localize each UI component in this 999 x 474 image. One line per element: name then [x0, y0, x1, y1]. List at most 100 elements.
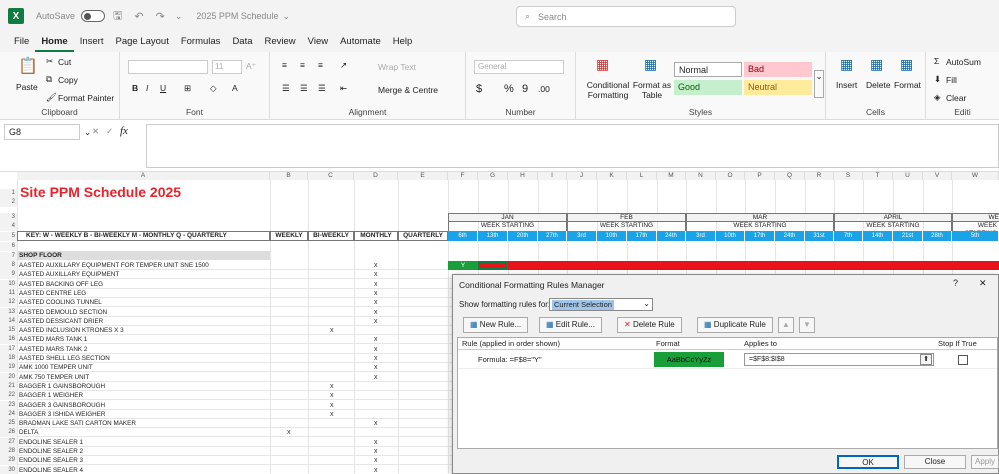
increase-font-icon[interactable]: A⁺ [246, 61, 256, 72]
conditional-formatting-icon[interactable]: ▦ [596, 56, 609, 73]
font-size-select[interactable]: 11 [212, 60, 242, 74]
equipment-name[interactable]: BAGGER 1 GAINSBOROUGH [19, 382, 105, 391]
copy-icon[interactable]: ⧉ [46, 74, 52, 85]
week-day-cell[interactable]: 20th [508, 231, 538, 241]
frequency-mark[interactable]: x [374, 373, 378, 382]
enter-formula-icon[interactable]: ✓ [106, 126, 113, 137]
frequency-mark[interactable]: x [330, 410, 334, 419]
equipment-name[interactable]: BRADMAN LAKE SATI CARTON MAKER [19, 419, 136, 428]
week-day-cell[interactable]: 10th [716, 231, 745, 241]
wrap-text-button[interactable]: Wrap Text [378, 62, 416, 72]
row-header[interactable]: 9 [0, 270, 17, 280]
row-header[interactable]: 21 [0, 381, 17, 391]
week-day-cell[interactable]: 10th [597, 231, 627, 241]
clear-icon[interactable]: ◈ [934, 92, 941, 103]
column-header[interactable]: S [834, 172, 863, 180]
range-select-icon[interactable]: ⬆ [920, 354, 932, 365]
equipment-name[interactable]: AASTED AUXILLARY EQUIPMENT FOR TEMPER UN… [19, 261, 209, 270]
move-up-icon[interactable]: ▲ [778, 317, 794, 333]
align-center-icon[interactable]: ☰ [300, 83, 308, 94]
column-header[interactable]: F [448, 172, 478, 180]
row-header[interactable]: 3 [0, 213, 17, 222]
equipment-name[interactable]: ENDOLINE SEALER 1 [19, 438, 83, 447]
equipment-name[interactable]: ENDOLINE SEALER 2 [19, 447, 83, 456]
frequency-mark[interactable]: x [287, 428, 291, 437]
format-painter-icon[interactable]: 🖌 [46, 92, 57, 103]
autosum-icon[interactable]: Σ [934, 56, 939, 66]
indent-icon[interactable]: ⇤ [340, 83, 347, 94]
frequency-mark[interactable]: x [374, 345, 378, 354]
column-header[interactable]: J [567, 172, 597, 180]
frequency-mark[interactable]: x [374, 354, 378, 363]
column-header[interactable]: R [805, 172, 834, 180]
row-header[interactable]: 13 [0, 307, 17, 317]
column-header[interactable]: G [478, 172, 508, 180]
row-header[interactable]: 15 [0, 326, 17, 336]
delete-cells-icon[interactable]: ▦ [870, 56, 883, 73]
frequency-mark[interactable]: x [374, 317, 378, 326]
format-as-table-button[interactable]: Format as Table [632, 80, 672, 100]
edit-rule-button[interactable]: ▦ Edit Rule... [539, 317, 602, 333]
equipment-name[interactable]: DELTA [19, 428, 38, 437]
column-header[interactable]: L [627, 172, 657, 180]
week-day-cell[interactable]: 14th [863, 231, 893, 241]
week-day-cell[interactable]: 13th [478, 231, 508, 241]
frequency-mark[interactable]: x [374, 289, 378, 298]
row-header[interactable]: 19 [0, 363, 17, 373]
align-right-icon[interactable]: ☰ [318, 83, 326, 94]
align-middle-icon[interactable]: ≡ [300, 60, 305, 70]
column-header[interactable]: U [893, 172, 923, 180]
decimal-icon[interactable]: .00 [538, 84, 550, 94]
number-format-select[interactable]: General [474, 60, 564, 74]
week-day-cell[interactable]: 5th [952, 231, 999, 241]
week-day-cell[interactable]: 17th [745, 231, 775, 241]
column-header[interactable]: T [863, 172, 893, 180]
tab-formulas[interactable]: Formulas [175, 32, 227, 52]
italic-icon[interactable]: I [146, 83, 148, 93]
tab-data[interactable]: Data [226, 32, 258, 52]
tab-view[interactable]: View [302, 32, 334, 52]
frequency-mark[interactable]: x [374, 270, 378, 279]
name-box[interactable]: G8 [4, 124, 80, 140]
fill-color-icon[interactable]: ◇ [210, 83, 217, 94]
row-header[interactable]: 26 [0, 428, 17, 438]
format-cells-button[interactable]: Format [894, 80, 921, 90]
week-day-cell[interactable]: 21st [893, 231, 923, 241]
row-header[interactable]: 17 [0, 344, 17, 354]
equipment-name[interactable]: AASTED INCLUSION KTRONES X 3 [19, 326, 124, 335]
cut-button[interactable]: Cut [58, 57, 71, 67]
row-header[interactable]: 1 [0, 189, 17, 198]
paste-button[interactable]: Paste [16, 82, 38, 92]
equipment-name[interactable]: AMK 1000 TEMPER UNIT [19, 363, 93, 372]
column-header[interactable]: H [508, 172, 538, 180]
format-table-icon[interactable]: ▦ [644, 56, 657, 73]
applies-to-input[interactable]: =$F$8:$I$8 [744, 353, 934, 366]
row-header[interactable]: 20 [0, 372, 17, 382]
row-header[interactable]: 5 [0, 232, 17, 241]
column-header[interactable]: B [270, 172, 308, 180]
name-box-chevron-icon[interactable]: ⌄ [84, 127, 91, 138]
equipment-name[interactable]: ENDOLINE SEALER 4 [19, 466, 83, 474]
format-painter-button[interactable]: Format Painter [58, 93, 114, 103]
row-header[interactable]: 8 [0, 261, 17, 270]
tab-help[interactable]: Help [387, 32, 419, 52]
font-name-select[interactable] [128, 60, 208, 74]
equipment-name[interactable]: BAGGER 3 ISHIDA WEIGHER [19, 410, 105, 419]
row-header[interactable]: 4 [0, 222, 17, 231]
align-bottom-icon[interactable]: ≡ [318, 60, 323, 70]
row-header[interactable]: 27 [0, 437, 17, 447]
close-button[interactable]: Close [904, 455, 966, 469]
equipment-name[interactable]: AASTED SHELL LEG SECTION [19, 354, 110, 363]
column-header[interactable]: N [686, 172, 716, 180]
insert-cells-button[interactable]: Insert [836, 80, 857, 90]
tab-insert[interactable]: Insert [74, 32, 110, 52]
week-day-cell[interactable]: 3rd [686, 231, 716, 241]
frequency-mark[interactable]: x [330, 401, 334, 410]
column-header[interactable]: C [308, 172, 354, 180]
style-normal[interactable]: Normal [674, 62, 742, 77]
frequency-mark[interactable]: x [374, 456, 378, 465]
column-header[interactable]: P [745, 172, 775, 180]
cell-f8[interactable]: Y [448, 261, 478, 270]
row-header[interactable]: 22 [0, 391, 17, 401]
row-header[interactable]: 24 [0, 409, 17, 419]
